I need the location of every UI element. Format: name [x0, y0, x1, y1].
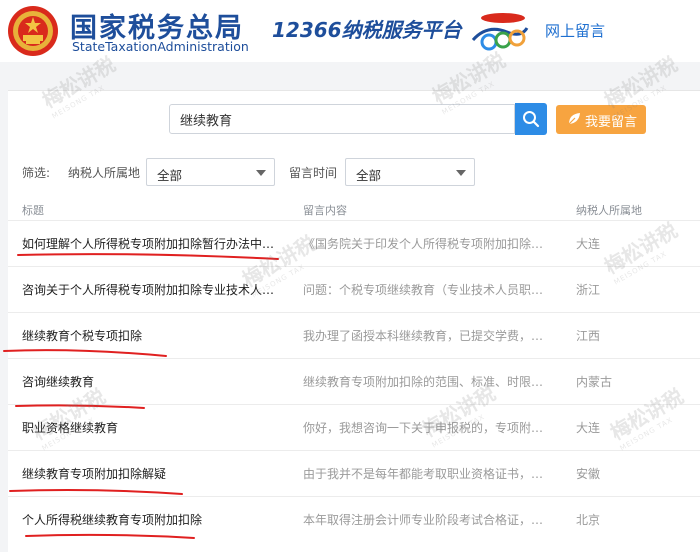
search-button[interactable] [515, 103, 547, 135]
column-header-content: 留言内容 [303, 204, 347, 217]
leave-message-label: 我要留言 [585, 115, 638, 130]
filter-label: 筛选: [22, 166, 51, 180]
column-header-title: 标题 [22, 204, 44, 217]
anniversary-logo-icon [471, 13, 529, 51]
national-emblem-icon [8, 6, 58, 56]
column-header-region: 纳税人所属地 [576, 204, 642, 217]
search-input[interactable] [169, 104, 515, 134]
row-region: 内蒙古 [576, 375, 613, 389]
row-content: 《国务院关于印发个人所得税专项附加扣除暂行... [303, 237, 553, 251]
row-title[interactable]: 咨询继续教育 [22, 373, 280, 390]
region-select[interactable]: 全部 [146, 158, 275, 186]
online-message-link[interactable]: 网上留言 [545, 20, 605, 41]
row-content: 我办理了函授本科继续教育，已提交学费，学期... [303, 329, 553, 343]
row-content: 由于我并不是每年都能考取职业资格证书，但我... [303, 467, 553, 481]
chevron-down-icon [456, 170, 466, 176]
table-row[interactable]: 继续教育个税专项扣除 我办理了函授本科继续教育，已提交学费，学期... 江西 [8, 313, 700, 359]
search-icon [523, 111, 540, 128]
table-row[interactable]: 继续教育专项附加扣除解疑 由于我并不是每年都能考取职业资格证书，但我... 安徽 [8, 451, 700, 497]
row-region: 北京 [576, 513, 601, 527]
row-title[interactable]: 个人所得税继续教育专项附加扣除 [22, 511, 280, 528]
row-title[interactable]: 职业资格继续教育 [22, 419, 280, 436]
time-select[interactable]: 全部 [345, 158, 475, 186]
row-content: 本年取得注册会计师专业阶段考试合格证，是否... [303, 513, 553, 527]
row-title[interactable]: 继续教育个税专项扣除 [22, 327, 280, 344]
table-row[interactable]: 咨询继续教育 继续教育专项附加扣除的范围、标准、时限是什... 内蒙古 [8, 359, 700, 405]
row-content: 你好，我想咨询一下关于申报税的，专项附加扣... [303, 421, 553, 435]
time-select-value: 全部 [356, 168, 382, 183]
row-title[interactable]: 咨询关于个人所得税专项附加扣除专业技术人员... [22, 281, 280, 298]
table-row[interactable]: 职业资格继续教育 你好，我想咨询一下关于申报税的，专项附加扣... 大连 [8, 405, 700, 451]
chevron-down-icon [256, 170, 266, 176]
site-header: 国家税务总局 StateTaxationAdministration 12366… [0, 0, 700, 62]
row-region: 浙江 [576, 283, 601, 297]
region-filter-label: 纳税人所属地 [68, 166, 141, 180]
brand-title-en: StateTaxationAdministration [72, 39, 249, 54]
platform-title: 12366纳税服务平台 [272, 18, 462, 42]
table-row[interactable]: 个人所得税继续教育专项附加扣除 本年取得注册会计师专业阶段考试合格证，是否...… [8, 497, 700, 543]
row-content: 问题：个税专项继续教育（专业技术人员职业资... [303, 283, 553, 297]
row-region: 江西 [576, 329, 601, 343]
table-row[interactable]: 如何理解个人所得税专项附加扣除暂行办法中的... 《国务院关于印发个人所得税专项… [8, 221, 700, 267]
row-title[interactable]: 继续教育专项附加扣除解疑 [22, 465, 280, 482]
row-region: 安徽 [576, 467, 601, 481]
region-select-value: 全部 [157, 168, 183, 183]
row-content: 继续教育专项附加扣除的范围、标准、时限是什... [303, 375, 553, 389]
row-region: 大连 [576, 421, 601, 435]
table-row[interactable]: 咨询关于个人所得税专项附加扣除专业技术人员... 问题：个税专项继续教育（专业技… [8, 267, 700, 313]
time-filter-label: 留言时间 [289, 166, 338, 180]
leave-message-button[interactable]: 我要留言 [556, 105, 646, 134]
row-title[interactable]: 如何理解个人所得税专项附加扣除暂行办法中的... [22, 235, 280, 252]
row-region: 大连 [576, 237, 601, 251]
leaf-icon [568, 113, 580, 125]
